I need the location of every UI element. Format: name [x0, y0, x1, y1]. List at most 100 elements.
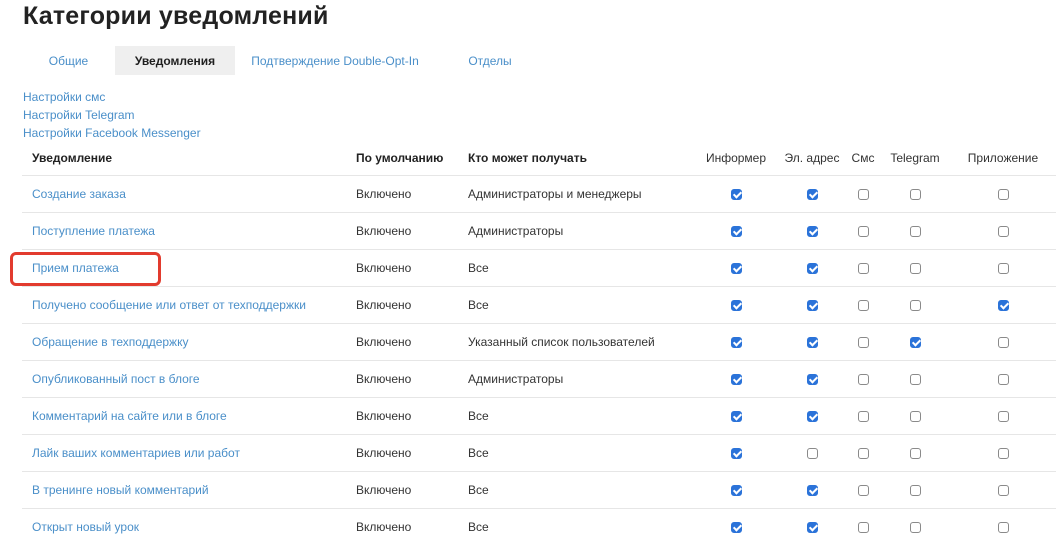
email-cell	[778, 361, 846, 398]
sms-checkbox[interactable]	[858, 263, 869, 274]
telegram-cell	[880, 361, 950, 398]
column-header-email: Эл. адрес	[778, 141, 846, 176]
column-header-default: По умолчанию	[356, 141, 468, 176]
recipients: Администраторы и менеджеры	[468, 176, 694, 213]
notification-name-cell: Открыт новый урок	[22, 509, 356, 545]
informer-checkbox[interactable]	[731, 485, 742, 496]
default-status: Включено	[356, 213, 468, 250]
sms-checkbox[interactable]	[858, 226, 869, 237]
sms-checkbox[interactable]	[858, 448, 869, 459]
telegram-checkbox[interactable]	[910, 485, 921, 496]
app-checkbox[interactable]	[998, 374, 1009, 385]
telegram-checkbox[interactable]	[910, 522, 921, 533]
telegram-checkbox[interactable]	[910, 300, 921, 311]
notification-name-cell: Опубликованный пост в блоге	[22, 361, 356, 398]
app-checkbox[interactable]	[998, 189, 1009, 200]
app-cell	[950, 509, 1056, 545]
app-checkbox[interactable]	[998, 226, 1009, 237]
notification-link[interactable]: Прием платежа	[32, 261, 119, 275]
informer-checkbox[interactable]	[731, 522, 742, 533]
facebook-messenger-settings-link[interactable]: Настройки Facebook Messenger	[23, 124, 201, 142]
informer-checkbox[interactable]	[731, 374, 742, 385]
recipients: Все	[468, 287, 694, 324]
sms-checkbox[interactable]	[858, 522, 869, 533]
sms-checkbox[interactable]	[858, 411, 869, 422]
informer-checkbox[interactable]	[731, 337, 742, 348]
default-status: Включено	[356, 176, 468, 213]
notification-link[interactable]: Опубликованный пост в блоге	[32, 372, 200, 386]
app-checkbox[interactable]	[998, 485, 1009, 496]
email-checkbox[interactable]	[807, 189, 818, 200]
email-checkbox[interactable]	[807, 263, 818, 274]
sms-checkbox[interactable]	[858, 374, 869, 385]
email-checkbox[interactable]	[807, 448, 818, 459]
telegram-checkbox[interactable]	[910, 337, 921, 348]
telegram-checkbox[interactable]	[910, 263, 921, 274]
sms-checkbox[interactable]	[858, 189, 869, 200]
app-checkbox[interactable]	[998, 337, 1009, 348]
sms-checkbox[interactable]	[858, 337, 869, 348]
email-cell	[778, 472, 846, 509]
app-checkbox[interactable]	[998, 300, 1009, 311]
telegram-cell	[880, 398, 950, 435]
informer-checkbox[interactable]	[731, 189, 742, 200]
telegram-checkbox[interactable]	[910, 374, 921, 385]
column-header-app: Приложение	[950, 141, 1056, 176]
telegram-settings-link[interactable]: Настройки Telegram	[23, 106, 201, 124]
sms-checkbox[interactable]	[858, 300, 869, 311]
tab-double-opt-in[interactable]: Подтверждение Double-Opt-In	[235, 46, 435, 75]
informer-checkbox[interactable]	[731, 411, 742, 422]
notification-link[interactable]: Обращение в техподдержку	[32, 335, 188, 349]
sms-settings-link[interactable]: Настройки смс	[23, 88, 201, 106]
telegram-checkbox[interactable]	[910, 448, 921, 459]
informer-cell	[694, 398, 778, 435]
page-title: Категории уведомлений	[23, 2, 329, 31]
informer-cell	[694, 250, 778, 287]
tab-departments[interactable]: Отделы	[435, 46, 545, 75]
recipients: Указанный список пользователей	[468, 324, 694, 361]
notification-name-cell: Комментарий на сайте или в блоге	[22, 398, 356, 435]
recipients: Администраторы	[468, 361, 694, 398]
informer-checkbox[interactable]	[731, 263, 742, 274]
tab-notifications[interactable]: Уведомления	[115, 46, 235, 75]
app-checkbox[interactable]	[998, 522, 1009, 533]
sms-checkbox[interactable]	[858, 485, 869, 496]
notification-name-cell: Прием платежа	[22, 250, 356, 287]
table-row: Создание заказа ВключеноАдминистраторы и …	[22, 176, 1056, 213]
telegram-cell	[880, 213, 950, 250]
table-row: Опубликованный пост в блогеВключеноАдмин…	[22, 361, 1056, 398]
default-status: Включено	[356, 509, 468, 545]
informer-checkbox[interactable]	[731, 448, 742, 459]
notification-link[interactable]: Лайк ваших комментариев или работ	[32, 446, 240, 460]
telegram-checkbox[interactable]	[910, 226, 921, 237]
notification-link[interactable]: Открыт новый урок	[32, 520, 139, 534]
notification-link[interactable]: Получено сообщение или ответ от техподде…	[32, 298, 306, 312]
email-checkbox[interactable]	[807, 411, 818, 422]
sms-cell	[846, 213, 880, 250]
email-checkbox[interactable]	[807, 226, 818, 237]
telegram-checkbox[interactable]	[910, 411, 921, 422]
tab-general[interactable]: Общие	[22, 46, 115, 75]
notification-link[interactable]: Комментарий на сайте или в блоге	[32, 409, 227, 423]
notification-name-cell: Лайк ваших комментариев или работ	[22, 435, 356, 472]
app-checkbox[interactable]	[998, 448, 1009, 459]
informer-checkbox[interactable]	[731, 300, 742, 311]
notification-link[interactable]: В тренинге новый комментарий	[32, 483, 209, 497]
notification-name-cell: В тренинге новый комментарий	[22, 472, 356, 509]
email-checkbox[interactable]	[807, 337, 818, 348]
app-checkbox[interactable]	[998, 263, 1009, 274]
informer-checkbox[interactable]	[731, 226, 742, 237]
informer-cell	[694, 435, 778, 472]
notification-link[interactable]: Создание заказа	[32, 187, 126, 201]
default-status: Включено	[356, 435, 468, 472]
notification-link[interactable]: Поступление платежа	[32, 224, 155, 238]
email-checkbox[interactable]	[807, 300, 818, 311]
recipients: Все	[468, 250, 694, 287]
email-checkbox[interactable]	[807, 485, 818, 496]
telegram-checkbox[interactable]	[910, 189, 921, 200]
email-checkbox[interactable]	[807, 522, 818, 533]
notifications-table: Уведомление По умолчанию Кто может получ…	[22, 141, 1056, 545]
app-checkbox[interactable]	[998, 411, 1009, 422]
recipients: Все	[468, 472, 694, 509]
email-checkbox[interactable]	[807, 374, 818, 385]
